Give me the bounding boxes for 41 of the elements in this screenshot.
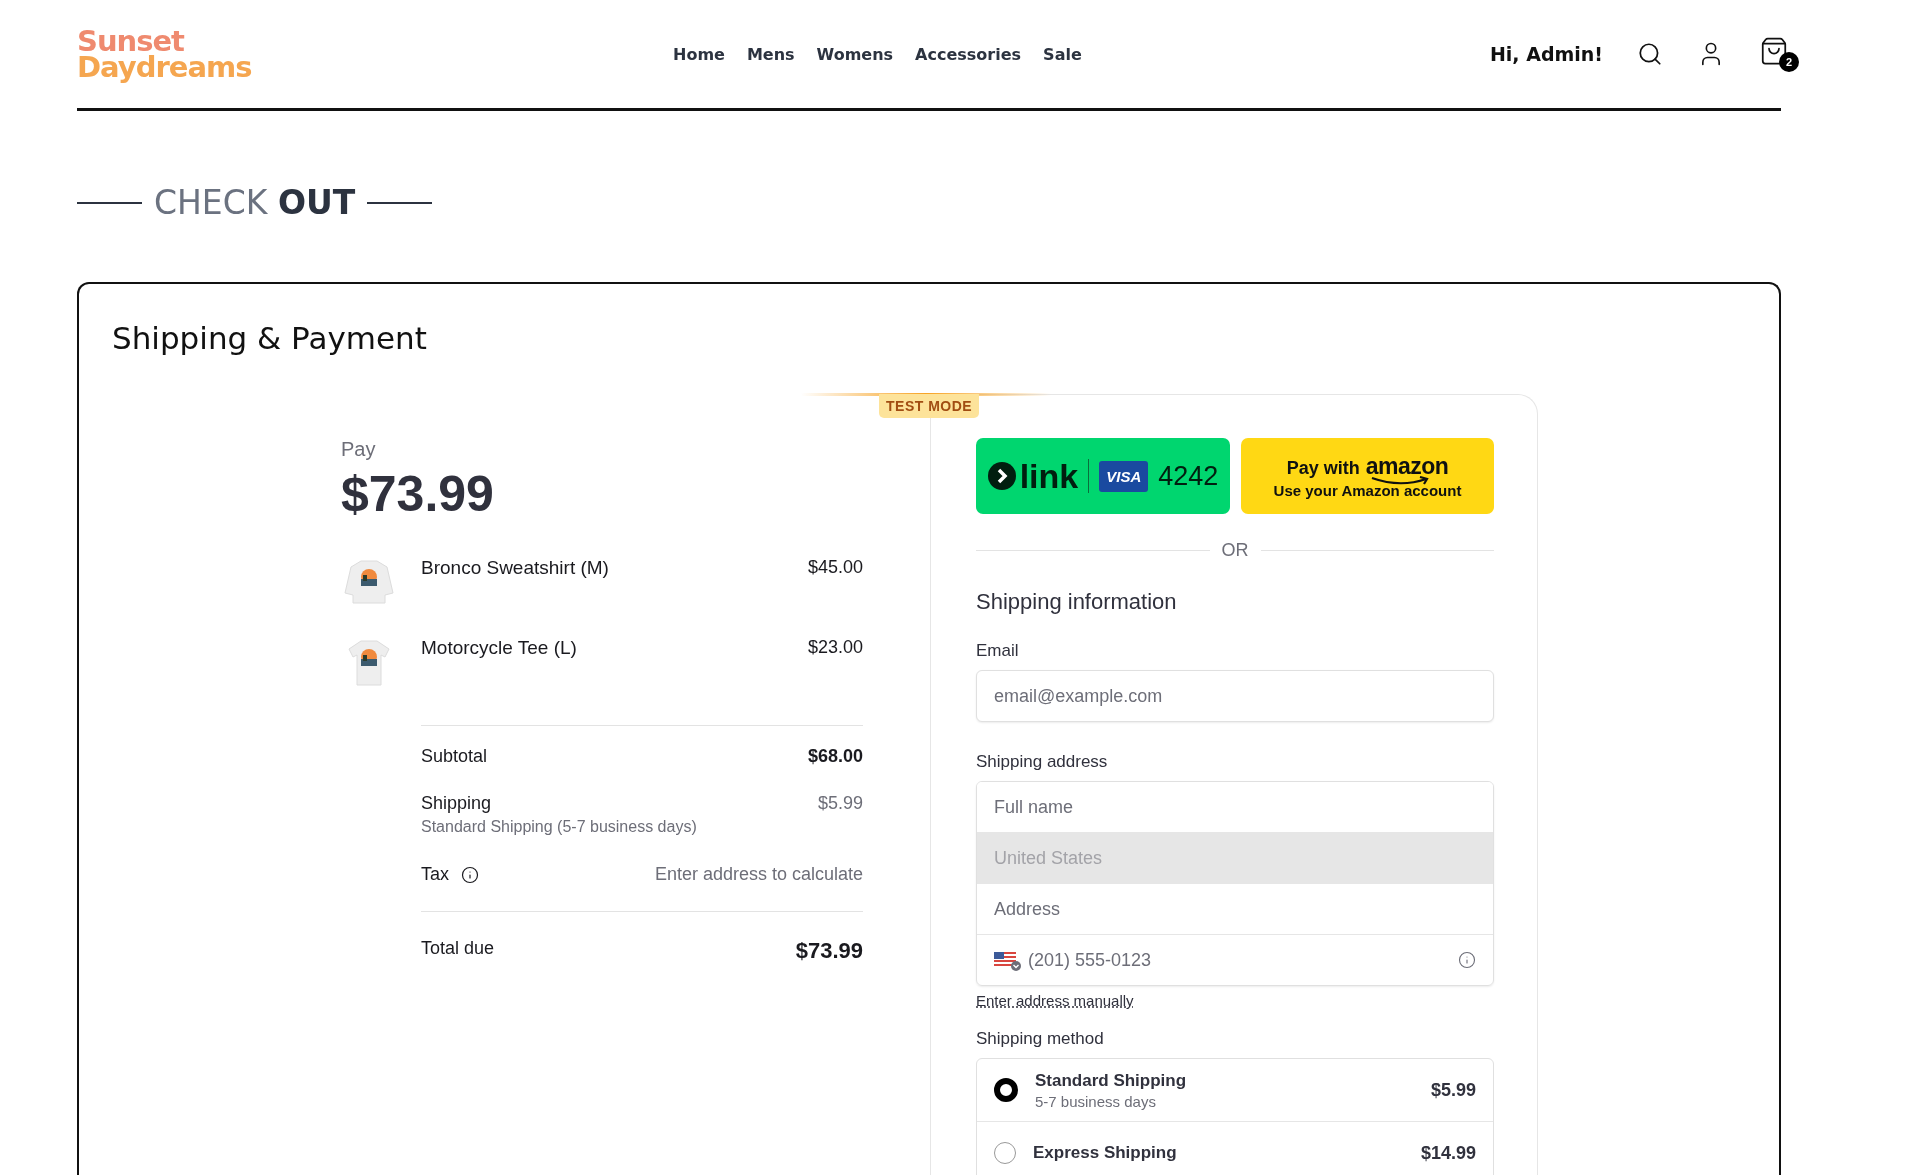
- total-value: $73.99: [795, 938, 863, 964]
- search-icon[interactable]: [1637, 41, 1663, 67]
- chevron-circle-icon: [987, 462, 1016, 490]
- subtotal-label: Subtotal: [421, 746, 488, 767]
- email-field[interactable]: email@example.com: [976, 670, 1494, 722]
- tax-value: Enter address to calculate: [654, 864, 863, 885]
- section-title: Shipping information: [976, 589, 1178, 615]
- nav-link[interactable]: Mens: [746, 44, 795, 64]
- item-price: $45.00: [807, 557, 863, 578]
- field-label: Shipping address: [976, 752, 1109, 772]
- shipping-label: Shipping: [421, 793, 493, 814]
- enter-address-link[interactable]: Enter address manually: [976, 992, 1134, 1009]
- nav-link[interactable]: Womens: [816, 44, 894, 64]
- item-price: $23.00: [807, 637, 863, 658]
- address-field[interactable]: Address: [977, 884, 1493, 934]
- pay-label: Pay: [341, 438, 377, 461]
- shipping-value: $5.99: [817, 793, 863, 814]
- info-icon[interactable]: [461, 865, 479, 884]
- total-label: Total due: [421, 938, 495, 959]
- pay-amount: $73.99: [341, 465, 495, 523]
- shipping-option[interactable]: Express Shipping $14.99: [977, 1121, 1493, 1175]
- test-mode-badge: TEST MODE: [879, 394, 980, 418]
- page-title: CHECK OUT: [154, 183, 356, 222]
- greeting: Hi, Admin!: [1489, 43, 1603, 65]
- tax-label: Tax: [421, 864, 449, 885]
- address-field[interactable]: Full name: [977, 782, 1493, 832]
- field-label: Shipping method: [976, 1029, 1105, 1049]
- subtotal-value: $68.00: [807, 746, 863, 767]
- item-name: Bronco Sweatshirt (M): [421, 557, 610, 579]
- smile-arrow-icon: [1369, 476, 1430, 486]
- or-separator: OR: [1221, 540, 1249, 561]
- shipping-detail: Standard Shipping (5-7 business days): [421, 818, 697, 836]
- field-label: Email: [976, 641, 1020, 661]
- item-name: Motorcycle Tee (L): [421, 637, 578, 659]
- link-pay-button[interactable]: link VISA 4242: [976, 438, 1230, 514]
- shipping-option[interactable]: Standard Shipping 5-7 business days $5.99: [977, 1059, 1493, 1121]
- card-title: Shipping & Payment: [112, 320, 428, 356]
- nav-link[interactable]: Accessories: [915, 44, 1022, 64]
- nav-link[interactable]: Sale: [1043, 44, 1082, 64]
- amazon-pay-button[interactable]: Pay with amazon Use your Amazon account: [1241, 438, 1494, 514]
- nav-link[interactable]: Home: [673, 44, 725, 64]
